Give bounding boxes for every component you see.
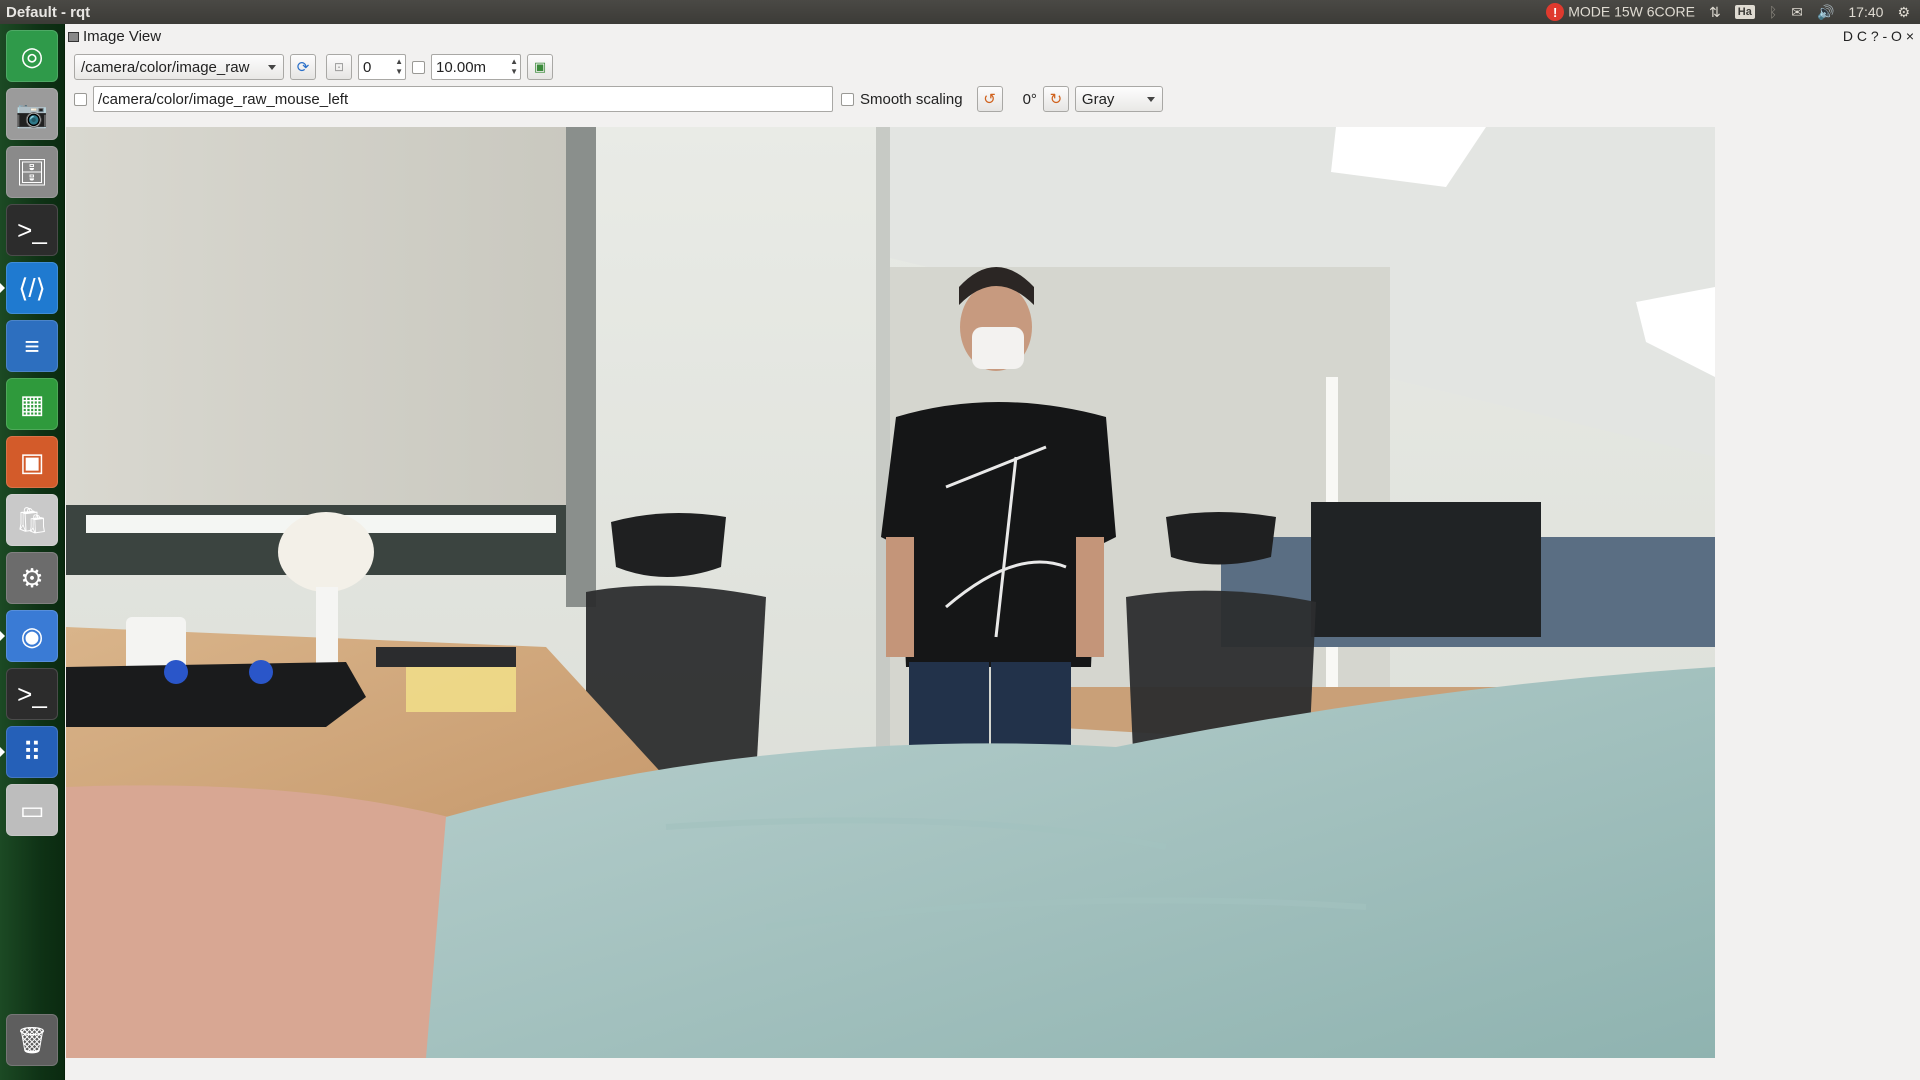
dock-help-buttons[interactable]: D C ? - O × (1843, 28, 1914, 44)
gridlines-value: 0 (363, 58, 372, 76)
dock-title-bar: Image View (68, 28, 161, 45)
camera-frame-image (66, 127, 1715, 1058)
bluetooth-icon[interactable]: ᛒ (1769, 4, 1777, 20)
colormap-select-value: Gray (1081, 90, 1115, 108)
impress-icon[interactable]: ▣ (6, 436, 58, 488)
camera-image-view[interactable] (66, 127, 1715, 1058)
keyboard-layout-indicator[interactable]: Ha (1734, 5, 1755, 19)
dock-controls: D C ? - O × (1843, 28, 1914, 44)
rotate-left-button[interactable]: ↺ (976, 86, 1003, 112)
rqt-main-panel: Image View D C ? - O × /camera/color/ima… (66, 24, 1920, 1080)
rotate-right-icon: ↻ (1049, 91, 1063, 108)
chevron-down-icon (1146, 97, 1155, 102)
launcher: ◎ 📷 🗄 >_ ⟨/⟩ ≡ ▦ ▣ 🛍 ⚙ ◉ >_ ⠿ ▭ 🗑 (0, 24, 65, 1080)
camera-app-icon[interactable]: 📷 (6, 88, 58, 140)
system-tray: ! MODE 15W 6CORE ⇅ Ha ᛒ ✉ 🔊 17:40 ⚙ (1546, 3, 1920, 21)
publish-click-checkbox[interactable] (74, 92, 87, 106)
save-image-icon: ▣ (533, 59, 547, 74)
running-indicator (0, 631, 5, 641)
chromium-icon[interactable]: ◉ (0, 610, 58, 662)
smooth-scaling-checkbox[interactable] (841, 92, 854, 106)
running-indicator (0, 747, 5, 757)
spin-arrows-icon[interactable]: ▲ ▼ (510, 57, 518, 77)
mail-icon[interactable]: ✉ (1791, 4, 1803, 21)
running-indicator (0, 283, 5, 293)
clock[interactable]: 17:40 (1848, 4, 1883, 20)
topic-select[interactable]: /camera/color/image_raw (74, 54, 284, 80)
refresh-icon: ⟳ (296, 59, 310, 76)
vscode-icon[interactable]: ⟨/⟩ (0, 262, 58, 314)
writer-icon[interactable]: ≡ (6, 320, 58, 372)
app-grid-icon[interactable]: ⠿ (0, 726, 58, 778)
network-icon[interactable]: ⇅ (1709, 4, 1721, 21)
smooth-scaling-label: Smooth scaling (860, 90, 963, 108)
power-mode-indicator[interactable]: ! MODE 15W 6CORE (1546, 3, 1695, 21)
topic-select-value: /camera/color/image_raw (81, 58, 250, 76)
colormap-select[interactable]: Gray (1074, 86, 1163, 112)
volume-icon[interactable]: 🔊 (1817, 4, 1834, 21)
toolbar-row-2: /camera/color/image_raw_mouse_left Smoot… (74, 86, 1163, 112)
toolbar-row-1: /camera/color/image_raw ⟳ ⊡ 0 ▲ ▼ 10.00m … (74, 54, 553, 80)
window-title: Default - rqt (6, 3, 91, 21)
rotate-right-button[interactable]: ↻ (1042, 86, 1069, 112)
dock-title: Image View (83, 28, 162, 45)
mouse-topic-input[interactable]: /camera/color/image_raw_mouse_left (93, 86, 833, 112)
spin-arrows-icon[interactable]: ▲ ▼ (395, 57, 403, 77)
max-depth-spinbox[interactable]: 10.00m ▲ ▼ (431, 54, 521, 80)
top-panel: Default - rqt ! MODE 15W 6CORE ⇅ Ha ᛒ ✉ 🔊… (0, 0, 1920, 24)
rotation-label: 0° (1022, 90, 1037, 108)
refresh-topics-button[interactable]: ⟳ (290, 54, 316, 80)
dynamic-range-checkbox[interactable] (412, 60, 425, 74)
save-image-button[interactable]: ▣ (527, 54, 553, 80)
dock-widget-icon (68, 31, 79, 42)
terminal-icon[interactable]: >_ (6, 204, 58, 256)
warning-icon: ! (1546, 3, 1565, 21)
settings-icon[interactable]: ⚙ (6, 552, 58, 604)
chevron-down-icon (268, 65, 276, 70)
gridlines-spinbox[interactable]: 0 ▲ ▼ (358, 54, 406, 80)
terminal2-icon[interactable]: >_ (6, 668, 58, 720)
max-depth-value: 10.00m (436, 58, 487, 76)
zoom-icon: ⊡ (333, 60, 345, 74)
zoom-1-button[interactable]: ⊡ (326, 54, 352, 80)
rotate-left-icon: ↺ (983, 91, 996, 108)
software-center-icon[interactable]: 🛍 (6, 494, 58, 546)
drive-icon[interactable]: ▭ (6, 784, 58, 836)
trash-icon[interactable]: 🗑 (6, 1014, 58, 1066)
calc-icon[interactable]: ▦ (6, 378, 58, 430)
mouse-topic-value: /camera/color/image_raw_mouse_left (98, 90, 349, 108)
power-mode-label: MODE 15W 6CORE (1568, 3, 1696, 20)
gear-icon[interactable]: ⚙ (1897, 4, 1910, 21)
file-manager-icon[interactable]: 🗄 (6, 146, 58, 198)
ubuntu-dash-icon[interactable]: ◎ (6, 30, 58, 82)
